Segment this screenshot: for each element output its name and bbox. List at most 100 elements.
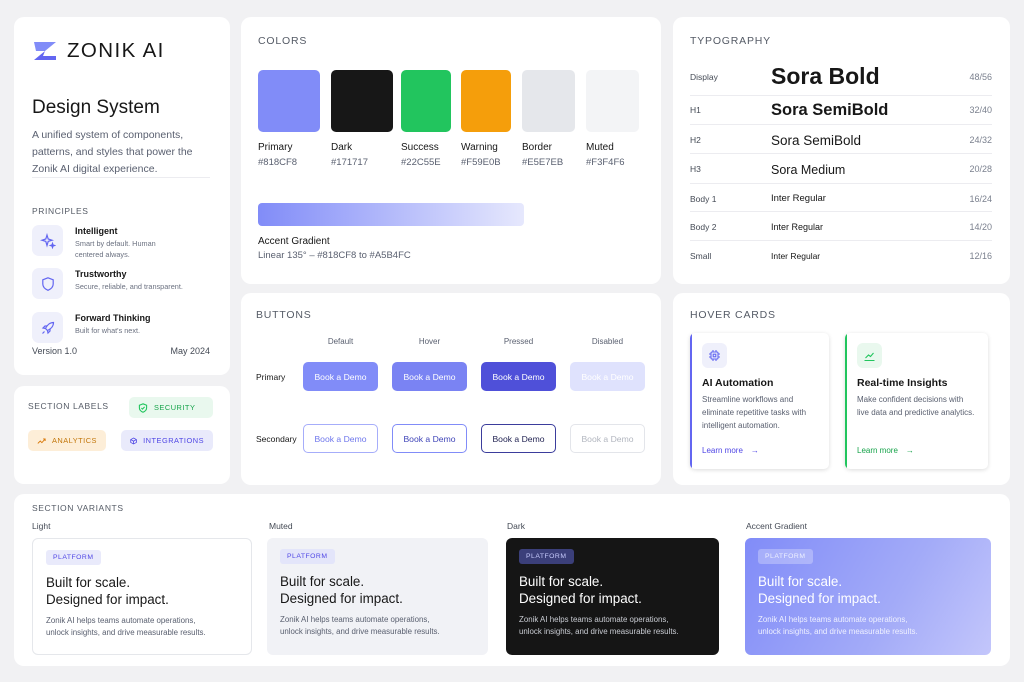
desc-line: unlock insights, and drive measurable re… <box>758 627 918 636</box>
section-variants-title: SECTION VARIANTS <box>32 503 124 513</box>
secondary-pressed-button[interactable]: Book a Demo <box>481 424 556 453</box>
heading-line: Built for scale. <box>758 574 843 589</box>
type-label: Body 1 <box>690 194 717 204</box>
swatch-hex: #818CF8 <box>258 157 298 168</box>
swatch-hex: #F59E0B <box>461 157 501 168</box>
learn-more-link[interactable]: Learn more → <box>857 446 914 455</box>
learn-more-link[interactable]: Learn more → <box>702 446 759 455</box>
swatch-name: Border <box>522 142 553 153</box>
state-hover-label: Hover <box>418 337 441 346</box>
variant-desc: Zonik AI helps teams automate operations… <box>46 615 206 639</box>
integrations-chip[interactable]: INTEGRATIONS <box>121 430 213 451</box>
type-row-h1: H1 Sora SemiBold 32/40 <box>690 96 992 125</box>
principle-desc: Secure, reliable, and transparent. <box>75 282 183 291</box>
primary-pressed-button[interactable]: Book a Demo <box>481 362 556 391</box>
type-label: H2 <box>690 135 701 145</box>
primary-default-button[interactable]: Book a Demo <box>303 362 378 391</box>
platform-chip: PLATFORM <box>280 549 335 564</box>
swatch-muted <box>586 70 639 132</box>
type-sample: Sora Bold <box>771 63 880 89</box>
sparkle-icon <box>32 225 63 256</box>
cube-icon <box>130 437 137 444</box>
colors-title: COLORS <box>258 35 308 47</box>
variant-heading: Built for scale. Designed for impact. <box>46 574 169 608</box>
type-sample: Sora SemiBold <box>771 101 889 119</box>
type-size: 32/40 <box>969 105 992 115</box>
chip-icon <box>702 343 727 368</box>
hover-card-realtime-insights[interactable]: Real-time Insights Make confident decisi… <box>845 333 988 469</box>
swatch-hex: #22C55E <box>401 157 441 168</box>
card-title: Real-time Insights <box>857 377 948 389</box>
link-label: Learn more <box>702 446 743 455</box>
desc-line: Zonik AI helps teams automate operations… <box>758 615 908 624</box>
variant-label: Muted <box>269 521 293 531</box>
page-title: Design System <box>32 97 160 118</box>
principle-intelligent: Intelligent Smart by default. Human cent… <box>32 225 222 261</box>
section-labels-panel: SECTION LABELS SECURITY ANALYTICS INTEGR… <box>14 386 230 484</box>
type-row-body2: Body 2 Inter Regular 14/20 <box>690 212 992 241</box>
divider <box>32 177 210 178</box>
platform-chip: PLATFORM <box>758 549 813 564</box>
chip-label: SECURITY <box>154 403 196 412</box>
type-sample: Inter Regular <box>771 193 826 204</box>
card-title: AI Automation <box>702 377 774 389</box>
zonik-logo-icon <box>34 42 56 60</box>
colors-panel: COLORS Primary #818CF8 Dark #171717 Succ… <box>241 17 661 284</box>
type-row-display: Display Sora Bold 48/56 <box>690 61 992 96</box>
type-label: Body 2 <box>690 222 717 232</box>
row-secondary-label: Secondary <box>256 434 297 444</box>
primary-disabled-button[interactable]: Book a Demo <box>570 362 645 391</box>
desc-line: Zonik AI helps teams automate operations… <box>519 615 669 624</box>
hover-cards-title: HOVER CARDS <box>690 309 776 321</box>
type-size: 24/32 <box>969 135 992 145</box>
heading-line: Designed for impact. <box>280 591 403 606</box>
desc-line: Zonik AI helps teams automate operations… <box>280 615 430 624</box>
heading-line: Designed for impact. <box>519 591 642 606</box>
variant-label: Light <box>32 521 51 531</box>
variant-heading: Built for scale. Designed for impact. <box>758 573 881 607</box>
page-description: A unified system of components, patterns… <box>32 129 193 175</box>
type-size: 16/24 <box>969 194 992 204</box>
swatch-name: Warning <box>461 142 498 153</box>
type-size: 12/16 <box>969 251 992 261</box>
secondary-default-button[interactable]: Book a Demo <box>303 424 378 453</box>
principle-name: Trustworthy <box>75 269 127 279</box>
hover-cards-panel: HOVER CARDS AI Automation Streamline wor… <box>673 293 1010 485</box>
type-row-body1: Body 1 Inter Regular 16/24 <box>690 184 992 212</box>
section-variants-panel: SECTION VARIANTS Light PLATFORM Built fo… <box>14 494 1010 666</box>
chart-icon <box>857 343 882 368</box>
accent-gradient-swatch <box>258 203 524 226</box>
type-label: H3 <box>690 164 701 174</box>
type-label: Display <box>690 72 718 82</box>
swatch-warning <box>461 70 511 132</box>
buttons-panel: BUTTONS Default Hover Pressed Disabled P… <box>241 293 661 485</box>
variant-label: Accent Gradient <box>746 521 807 531</box>
type-label: H1 <box>690 105 701 115</box>
primary-hover-button[interactable]: Book a Demo <box>392 362 467 391</box>
secondary-hover-button[interactable]: Book a Demo <box>392 424 467 453</box>
section-labels-title: SECTION LABELS <box>28 401 109 411</box>
type-size: 48/56 <box>969 72 992 82</box>
principle-name: Forward Thinking <box>75 313 151 323</box>
variant-muted-card: PLATFORM Built for scale. Designed for i… <box>267 538 488 655</box>
desc-line: Zonik AI helps teams automate operations… <box>46 616 196 625</box>
typography-panel: TYPOGRAPHY Display Sora Bold 48/56 H1 So… <box>673 17 1010 284</box>
swatch-hex: #F3F4F6 <box>586 157 625 168</box>
row-primary-label: Primary <box>256 372 286 382</box>
security-chip[interactable]: SECURITY <box>129 397 213 418</box>
gradient-name: Accent Gradient <box>258 236 330 247</box>
type-label: Small <box>690 251 712 261</box>
analytics-chip[interactable]: ANALYTICS <box>28 430 106 451</box>
card-accent-edge <box>845 333 847 469</box>
chip-label: ANALYTICS <box>51 436 97 445</box>
platform-chip: PLATFORM <box>519 549 574 564</box>
principle-desc: Built for what's next. <box>75 326 141 335</box>
variant-dark-card: PLATFORM Built for scale. Designed for i… <box>506 538 719 655</box>
desc-line: unlock insights, and drive measurable re… <box>280 627 440 636</box>
heading-line: Built for scale. <box>46 575 131 590</box>
variant-heading: Built for scale. Designed for impact. <box>280 573 403 607</box>
gradient-desc: Linear 135° – #818CF8 to #A5B4FC <box>258 250 411 261</box>
hover-card-ai-automation[interactable]: AI Automation Streamline workflows and e… <box>690 333 829 469</box>
secondary-disabled-button[interactable]: Book a Demo <box>570 424 645 453</box>
variant-heading: Built for scale. Designed for impact. <box>519 573 642 607</box>
